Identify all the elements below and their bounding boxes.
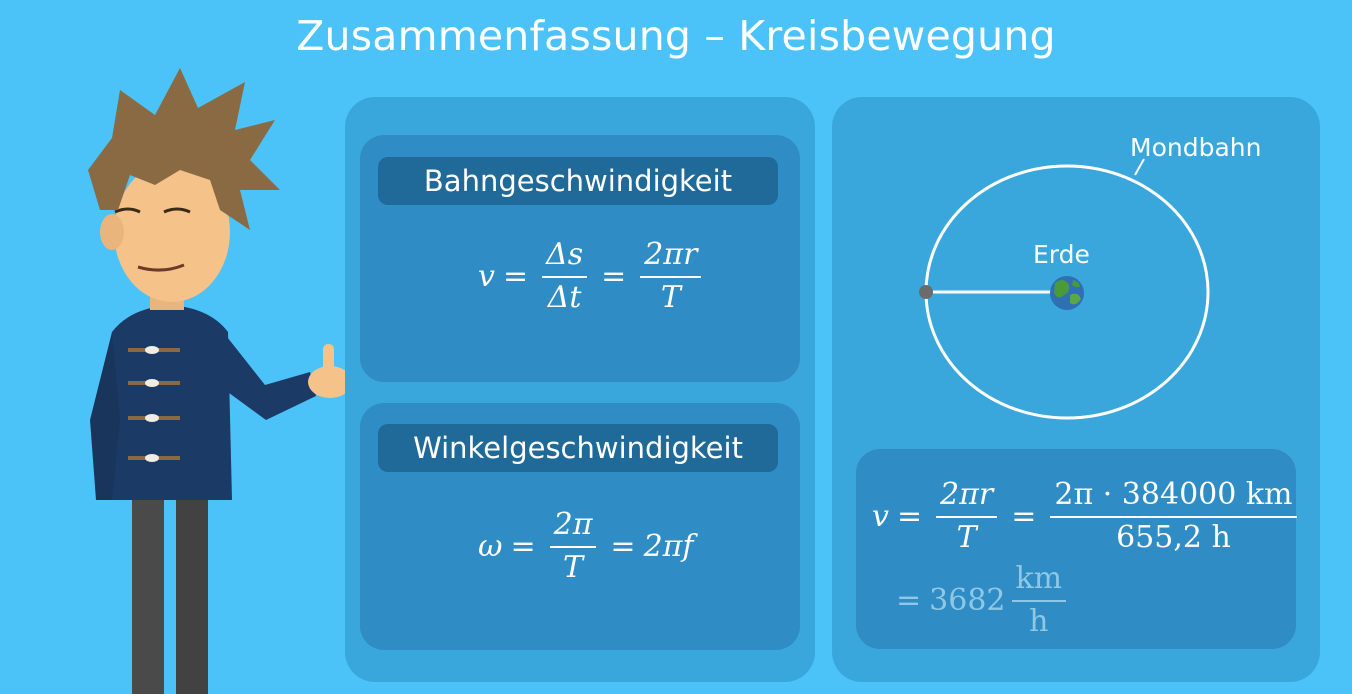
equals-sign: = <box>510 529 536 564</box>
right-arm <box>220 328 316 420</box>
fraction-delta: Δs Δt <box>542 237 588 315</box>
equals-sign: = <box>896 583 922 618</box>
fraction-numerator: 2π · 384000 km <box>1050 477 1297 518</box>
fraction-numerator: 2πr <box>936 477 998 518</box>
bahngeschwindigkeit-label: Bahngeschwindigkeit <box>378 157 778 205</box>
left-leg <box>132 480 164 694</box>
formula-lhs: v <box>478 259 495 294</box>
result-value: 3682 <box>929 583 1006 618</box>
result-unit: km h <box>1011 561 1067 639</box>
thumb <box>323 344 334 374</box>
equals-sign: = <box>610 529 636 564</box>
equals-sign: = <box>896 499 923 534</box>
right-leg <box>176 480 208 694</box>
calculation-formula: v = 2πr T = 2π · 384000 km 655,2 h <box>872 477 1303 555</box>
earth-icon <box>1050 276 1084 310</box>
fraction-values: 2π · 384000 km 655,2 h <box>1050 477 1297 555</box>
bahngeschwindigkeit-formula: v = Δs Δt = 2πr T <box>478 237 707 315</box>
winkelgeschwindigkeit-label: Winkelgeschwindigkeit <box>378 424 778 472</box>
equals-sign: = <box>601 259 627 294</box>
equals-sign: = <box>502 259 529 294</box>
formula-rhs: 2πf <box>643 529 694 564</box>
equals-sign: = <box>1011 499 1037 534</box>
fraction-period: 2πr T <box>936 477 998 555</box>
earth-label: Erde <box>1033 240 1090 269</box>
winkelgeschwindigkeit-formula: ω = 2π T = 2πf <box>478 507 694 585</box>
calculation-result: = 3682 km h <box>896 561 1072 639</box>
fraction-denominator: T <box>956 519 977 555</box>
orbit-label: Mondbahn <box>1130 133 1262 162</box>
unit-denominator: h <box>1029 603 1049 639</box>
fraction-numerator: 2πr <box>640 237 702 278</box>
page-title: Zusammenfassung – Kreisbewegung <box>296 12 1056 60</box>
fraction-numerator: 2π <box>549 507 597 548</box>
presenter-illustration <box>88 68 352 694</box>
fraction-period: 2πr T <box>640 237 702 315</box>
fraction-period: 2π T <box>549 507 597 585</box>
fraction-denominator: T <box>563 549 584 585</box>
jacket <box>106 305 232 500</box>
unit-numerator: km <box>1011 561 1067 602</box>
fraction-denominator: T <box>660 279 681 315</box>
ear <box>100 214 124 250</box>
fraction-numerator: Δs <box>542 237 588 278</box>
fraction-denominator: Δt <box>547 279 582 315</box>
formula-lhs: v <box>872 499 889 534</box>
formula-lhs: ω <box>478 529 503 564</box>
moon-dot <box>919 285 933 299</box>
fraction-denominator: 655,2 h <box>1116 519 1231 555</box>
